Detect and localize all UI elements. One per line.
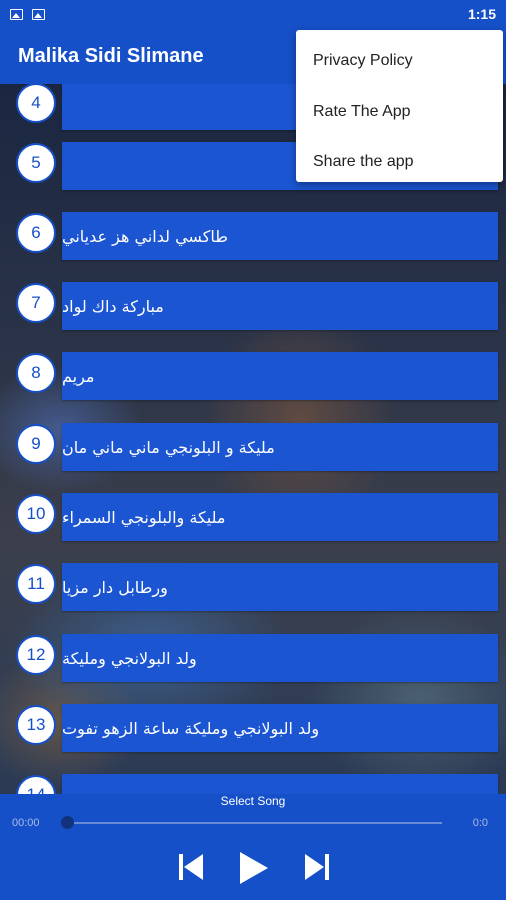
song-number-badge: 8 <box>16 353 56 393</box>
overflow-menu: Privacy Policy Rate The App Share the ap… <box>296 30 503 182</box>
status-bar: 1:15 <box>0 0 506 28</box>
song-number-badge: 12 <box>16 635 56 675</box>
music-player: Select Song 00:00 0:0 <box>0 794 506 900</box>
song-title[interactable]: ولد البولانجي ومليكة <box>62 634 498 682</box>
seek-bar[interactable] <box>66 822 442 824</box>
song-title[interactable]: مريم <box>62 352 498 400</box>
song-row[interactable]: 14 <box>0 772 506 794</box>
gallery-notification-icon <box>10 8 23 20</box>
song-title[interactable]: طاكسي لداني هز عدياني <box>62 212 498 260</box>
song-title[interactable]: مباركة داك لواد <box>62 282 498 330</box>
menu-item-rate-app[interactable]: Rate The App <box>296 87 503 138</box>
song-title[interactable]: مليكة والبلونجي السمراء <box>62 493 498 541</box>
song-row[interactable]: مباركة داك لواد 7 <box>0 280 506 330</box>
play-icon <box>240 852 268 884</box>
current-song-label: Select Song <box>220 794 286 808</box>
song-number-badge: 4 <box>16 84 56 123</box>
seek-thumb[interactable] <box>61 816 74 829</box>
status-time: 1:15 <box>467 6 496 22</box>
menu-item-share-app[interactable]: Share the app <box>296 137 503 188</box>
song-title[interactable]: مليكة و البلونجي ماني ماني مان <box>62 423 498 471</box>
image-notification-icon <box>32 8 45 20</box>
app-title: Malika Sidi Slimane <box>18 44 204 67</box>
skip-previous-icon <box>179 854 203 880</box>
song-row[interactable]: ورطابل دار مزيا 11 <box>0 561 506 611</box>
total-duration: 0:0 <box>472 817 488 829</box>
song-number-badge: 6 <box>16 213 56 253</box>
song-number-badge: 14 <box>16 775 56 794</box>
song-list[interactable]: 4 5 طاكسي لداني هز عدياني 6 مباركة داك ل… <box>0 84 506 794</box>
menu-item-privacy-policy[interactable]: Privacy Policy <box>296 36 503 87</box>
song-row[interactable]: مليكة والبلونجي السمراء 10 <box>0 491 506 541</box>
play-button[interactable] <box>238 850 270 886</box>
song-row[interactable]: مليكة و البلونجي ماني ماني مان 9 <box>0 421 506 471</box>
song-number-badge: 7 <box>16 283 56 323</box>
song-title[interactable]: ولد البولانجي ومليكة ساعة الزهو تفوت <box>62 704 498 752</box>
song-number-badge: 13 <box>16 705 56 745</box>
song-title[interactable] <box>62 774 498 794</box>
elapsed-time: 00:00 <box>12 817 40 829</box>
song-row[interactable]: ولد البولانجي ومليكة 12 <box>0 632 506 682</box>
song-row[interactable]: مريم 8 <box>0 350 506 400</box>
song-number-badge: 10 <box>16 494 56 534</box>
skip-next-icon <box>305 854 329 880</box>
song-number-badge: 11 <box>16 564 56 604</box>
song-title[interactable]: ورطابل دار مزيا <box>62 563 498 611</box>
next-button[interactable] <box>303 852 331 882</box>
song-row[interactable]: ولد البولانجي ومليكة ساعة الزهو تفوت 13 <box>0 702 506 752</box>
song-number-badge: 9 <box>16 424 56 464</box>
song-number-badge: 5 <box>16 143 56 183</box>
song-row[interactable]: طاكسي لداني هز عدياني 6 <box>0 210 506 260</box>
previous-button[interactable] <box>177 852 205 882</box>
